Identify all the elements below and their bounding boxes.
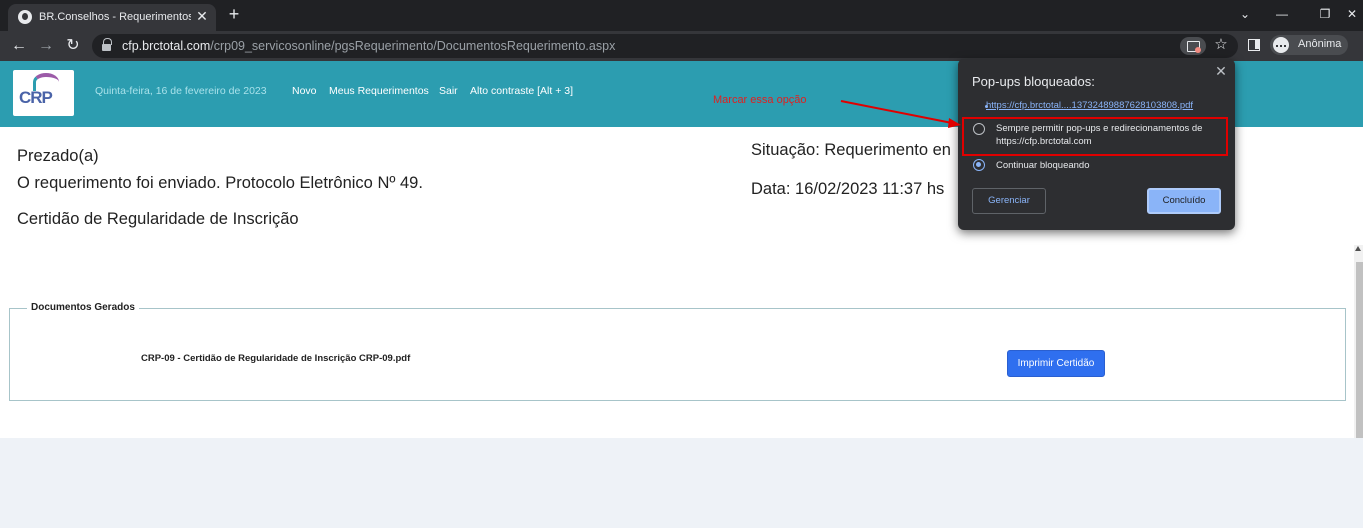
panel-legend: Documentos Gerados: [27, 302, 139, 313]
browser-tabstrip: BR.Conselhos - Requerimentos O ✕ + ⌄ — ❐…: [0, 0, 1363, 31]
greeting-text: Prezado(a): [17, 147, 99, 165]
service-name: Certidão de Regularidade de Inscrição: [17, 210, 299, 228]
side-panel-icon[interactable]: [1248, 39, 1260, 51]
close-icon[interactable]: ✕: [1214, 64, 1228, 78]
bubble-title: Pop-ups bloqueados:: [972, 74, 1095, 89]
confirmation-message: O requerimento foi enviado. Protocolo El…: [17, 174, 423, 192]
close-window-icon[interactable]: ✕: [1342, 5, 1362, 23]
reload-icon[interactable]: ↻: [62, 35, 84, 57]
close-tab-icon[interactable]: ✕: [194, 8, 210, 24]
url-text[interactable]: cfp.brctotal.com/crp09_servicosonline/pg…: [122, 39, 615, 53]
blocked-popup-link[interactable]: https://cfp.brctotal....1373248988762810…: [986, 100, 1193, 111]
nav-link-sair[interactable]: Sair: [439, 85, 458, 97]
request-date: Data: 16/02/2023 11:37 hs: [751, 180, 945, 198]
lock-icon[interactable]: [102, 38, 112, 51]
globe-icon: [18, 10, 32, 24]
tab-title: BR.Conselhos - Requerimentos O: [39, 11, 191, 23]
address-bar[interactable]: cfp.brctotal.com/crp09_servicosonline/pg…: [92, 34, 1238, 58]
generated-documents-panel: Documentos Gerados CRP-09 - Certidão de …: [9, 302, 1346, 401]
logo-text: CRP: [19, 88, 53, 107]
screen: BR.Conselhos - Requerimentos O ✕ + ⌄ — ❐…: [0, 0, 1363, 528]
popup-blocked-icon[interactable]: [1180, 37, 1206, 55]
nav-link-meus-requerimentos[interactable]: Meus Requerimentos: [329, 85, 429, 97]
manage-button[interactable]: Gerenciar: [972, 188, 1046, 214]
back-icon[interactable]: ←: [8, 35, 30, 57]
profile-label: Anônima: [1298, 38, 1342, 50]
situation-text: Situação: Requerimento en: [751, 141, 951, 159]
document-file-name: CRP-09 - Certidão de Regularidade de Ins…: [141, 353, 411, 364]
minimize-icon[interactable]: —: [1272, 5, 1292, 23]
restore-icon[interactable]: ❐: [1315, 5, 1335, 23]
annotation-highlight-box: [962, 117, 1228, 156]
annotation-label: Marcar essa opção: [713, 94, 807, 106]
radio-keep-blocking[interactable]: [973, 159, 985, 171]
chevron-down-icon[interactable]: ⌄: [1235, 5, 1255, 23]
done-button[interactable]: Concluído: [1147, 188, 1221, 214]
print-certificate-button[interactable]: Imprimir Certidão: [1007, 350, 1105, 377]
crp-logo[interactable]: CRP: [13, 70, 74, 116]
nav-link-alto-contraste[interactable]: Alto contraste [Alt + 3]: [470, 85, 573, 97]
scrollbar-thumb[interactable]: [1356, 262, 1363, 438]
header-date: Quinta-feira, 16 de fevereiro de 2023: [95, 85, 267, 97]
option-keep-blocking-label[interactable]: Continuar bloqueando: [996, 159, 1090, 172]
star-icon[interactable]: ☆: [1212, 36, 1230, 54]
profile-button[interactable]: Anônima: [1270, 35, 1348, 55]
incognito-icon: [1273, 37, 1289, 53]
scroll-up-icon[interactable]: [1355, 246, 1361, 251]
forward-icon[interactable]: →: [35, 35, 57, 57]
browser-tab[interactable]: BR.Conselhos - Requerimentos O ✕: [8, 4, 216, 31]
new-tab-icon[interactable]: +: [225, 5, 243, 23]
browser-toolbar: ← → ↻ cfp.brctotal.com/crp09_servicosonl…: [0, 31, 1363, 61]
nav-link-novo[interactable]: Novo: [292, 85, 317, 97]
